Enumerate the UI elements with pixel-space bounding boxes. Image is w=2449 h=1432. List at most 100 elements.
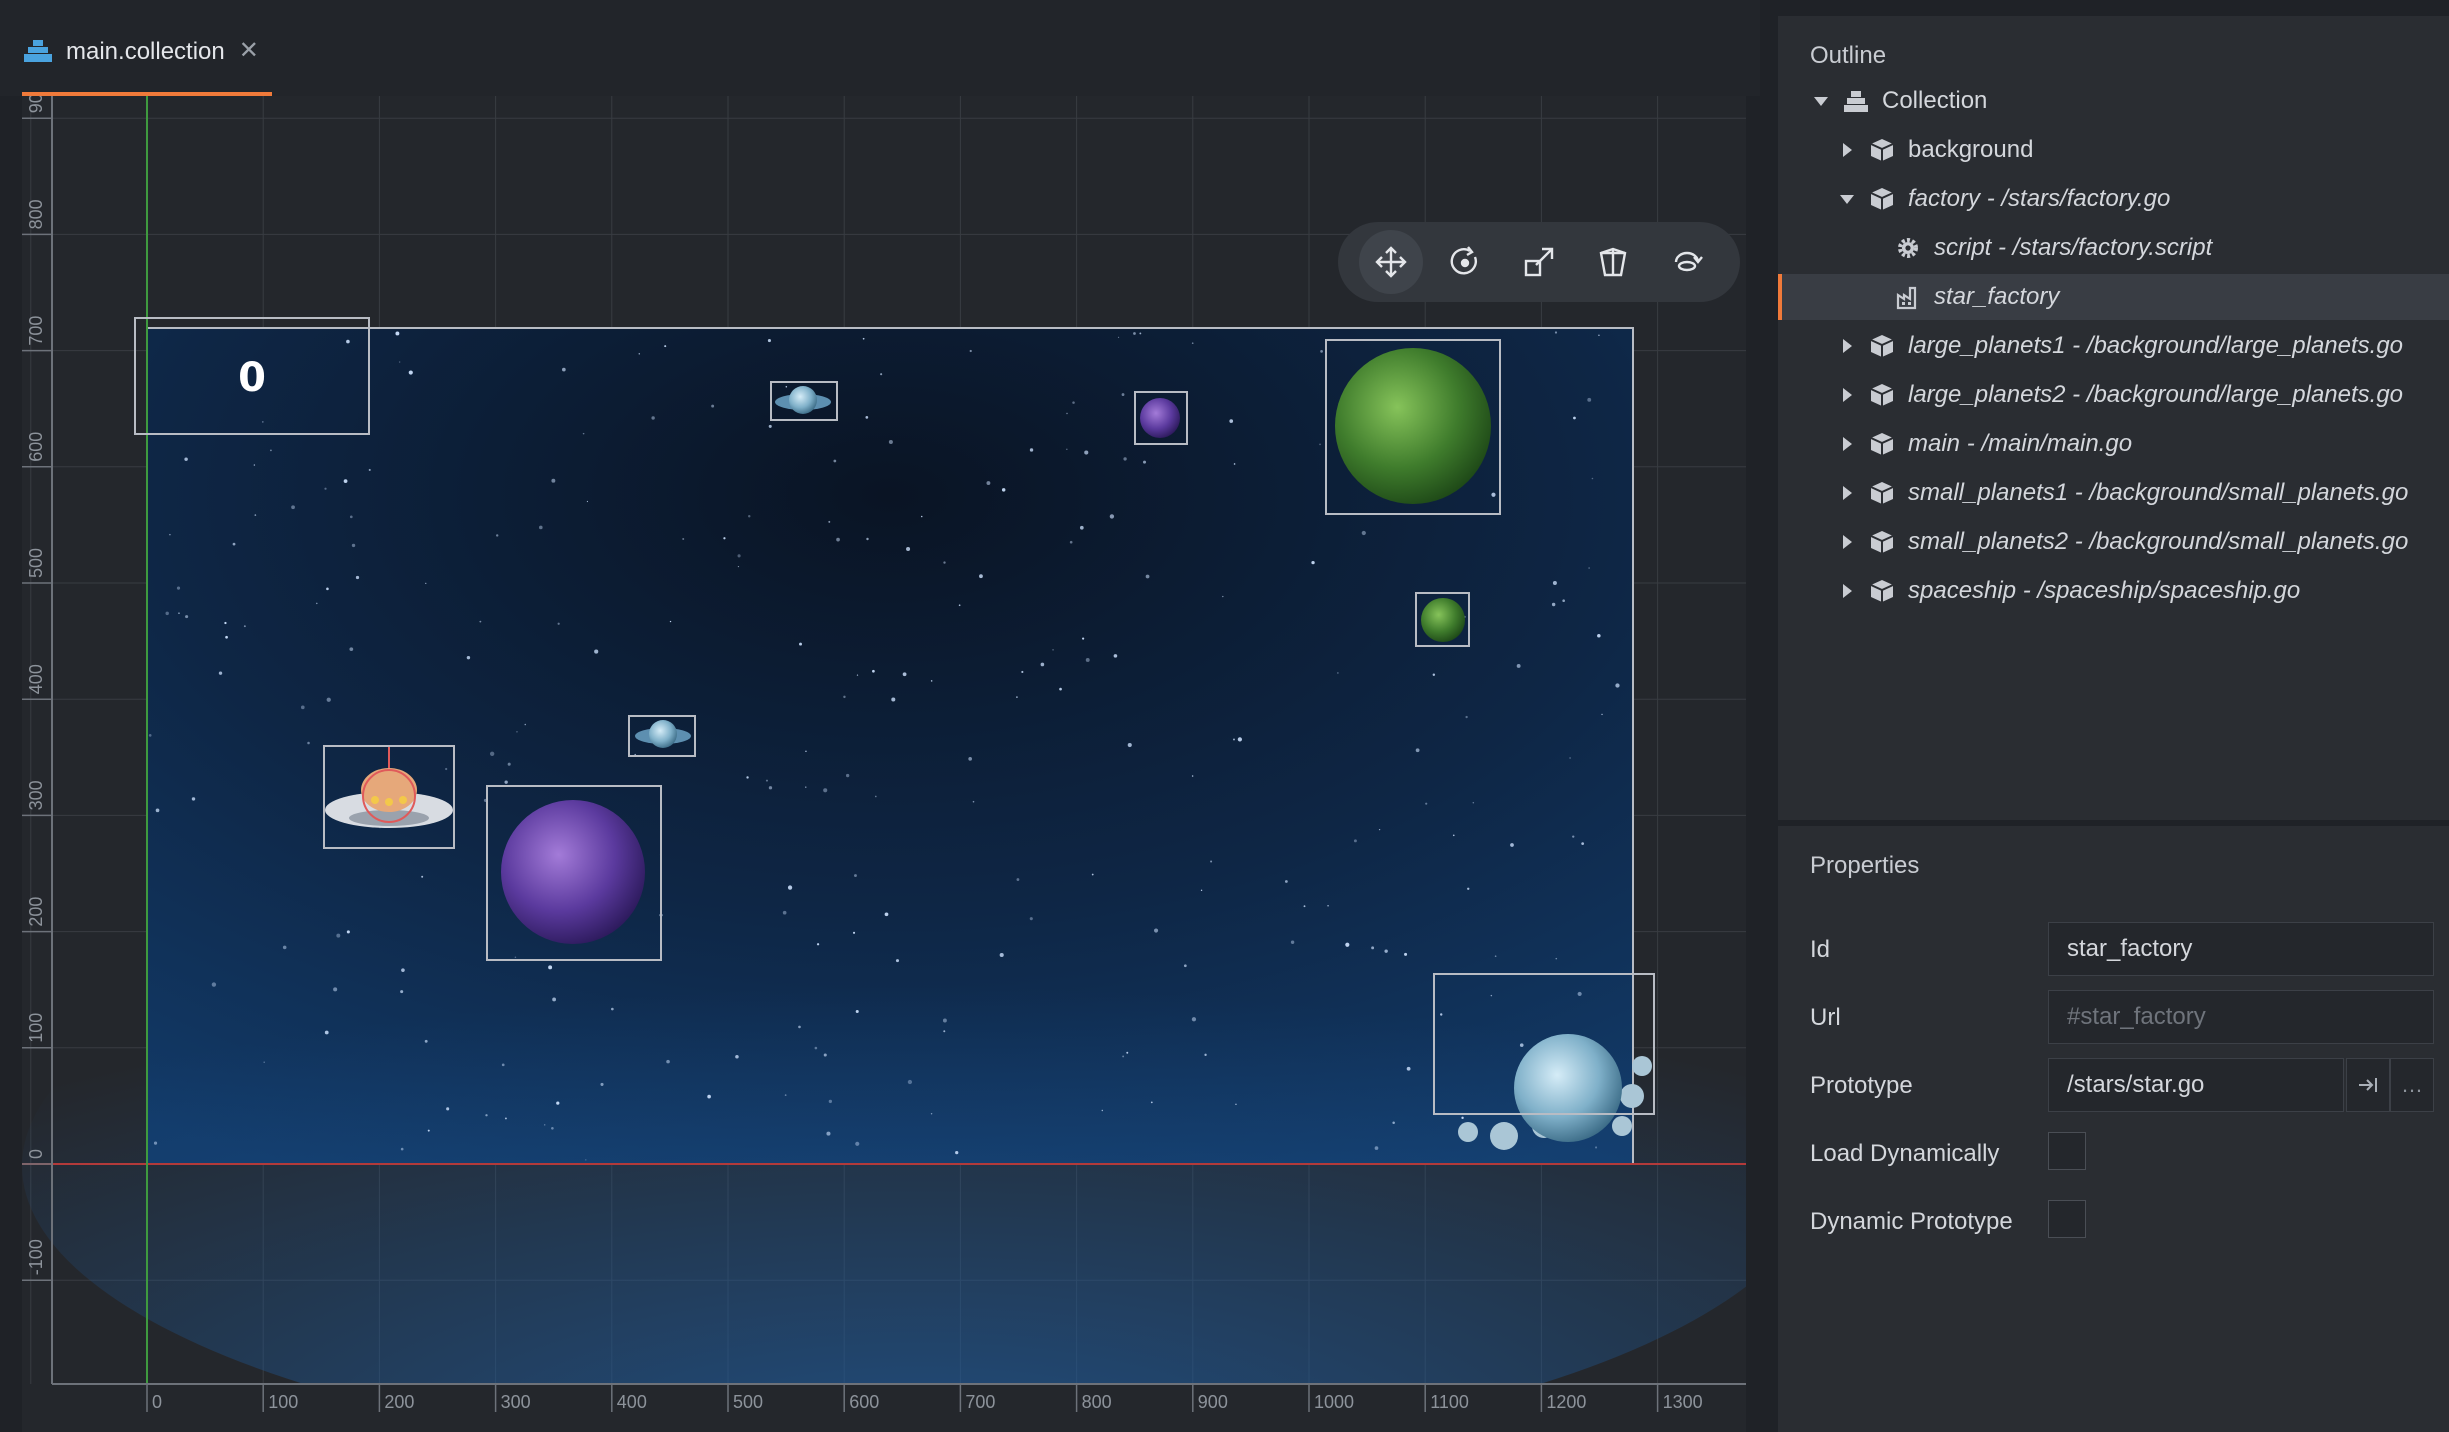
outline-item[interactable]: main - /main/main.go — [1778, 421, 2449, 467]
gameobject-icon — [1868, 577, 1896, 605]
star-dot — [562, 367, 566, 372]
star-dot — [664, 345, 667, 348]
star-dot — [1016, 878, 1020, 881]
url-field[interactable]: #star_factory — [2048, 990, 2434, 1044]
outline-item[interactable]: star_factory — [1778, 274, 2449, 320]
property-id: Id star_factory — [1778, 922, 2449, 978]
goto-prototype-button[interactable] — [2346, 1058, 2390, 1112]
star-dot — [814, 1046, 818, 1050]
caret-right-icon[interactable] — [1836, 482, 1858, 504]
star-dot — [243, 625, 246, 628]
star-dot — [828, 520, 831, 523]
star-dot — [556, 1101, 560, 1105]
dynamic-prototype-label: Dynamic Prototype — [1810, 1208, 2013, 1235]
id-field[interactable]: star_factory — [2048, 922, 2434, 976]
star-dot — [349, 515, 353, 519]
star-dot — [1029, 917, 1033, 921]
x-ruler-label: 700 — [965, 1392, 995, 1412]
x-ruler-label: 900 — [1198, 1392, 1228, 1412]
star-dot — [1472, 802, 1475, 804]
outline-item-label: star_factory — [1934, 283, 2060, 310]
star-dot — [1361, 530, 1366, 536]
outline-item-label: factory - /stars/factory.go — [1908, 185, 2171, 212]
prototype-field[interactable]: /stars/star.go — [2048, 1058, 2344, 1112]
star-dot — [816, 943, 820, 946]
outline-item[interactable]: large_planets1 - /background/large_plane… — [1778, 323, 2449, 369]
move-tool-button[interactable] — [1359, 230, 1423, 294]
rotate-tool-button[interactable] — [1433, 230, 1497, 294]
star-dot — [872, 669, 875, 673]
outline-item[interactable]: script - /stars/factory.script — [1778, 225, 2449, 271]
star-dot — [1615, 683, 1620, 688]
outline-item[interactable]: large_planets2 - /background/large_plane… — [1778, 372, 2449, 418]
star-dot — [504, 1117, 507, 1120]
goto-icon — [2359, 1078, 2377, 1092]
star-dot — [1072, 401, 1075, 404]
caret-right-icon[interactable] — [1836, 139, 1858, 161]
star-dot — [1183, 964, 1187, 968]
star-dot — [368, 468, 371, 471]
tab-main-collection[interactable]: main.collection ✕ — [22, 24, 272, 96]
star-dot — [955, 1151, 959, 1155]
star-dot — [972, 800, 975, 803]
outline-item[interactable]: small_planets1 - /background/small_plane… — [1778, 470, 2449, 516]
outline-item[interactable]: small_planets2 - /background/small_plane… — [1778, 519, 2449, 565]
ringed-planet-top — [789, 386, 817, 414]
star-dot — [316, 602, 318, 605]
scale-tool-button[interactable] — [1507, 230, 1571, 294]
star-dot — [1229, 419, 1234, 423]
star-dot — [539, 525, 543, 530]
star-dot — [854, 874, 857, 877]
star-dot — [1143, 460, 1147, 464]
star-dot — [828, 1099, 833, 1104]
star-dot — [232, 542, 236, 546]
star-dot — [270, 449, 272, 452]
star-dot — [666, 1059, 670, 1064]
x-ruler-label: 100 — [268, 1392, 298, 1412]
star-dot — [782, 910, 787, 915]
star-dot — [551, 478, 556, 483]
caret-right-icon[interactable] — [1836, 531, 1858, 553]
star-dot — [148, 734, 152, 737]
scene-viewport[interactable]: 0 0 100 200 300 400 500 600 700 800 900 … — [22, 96, 1746, 1432]
tab-label: main.collection — [66, 38, 225, 65]
star-dot — [748, 515, 751, 518]
caret-right-icon[interactable] — [1836, 433, 1858, 455]
load-dynamically-checkbox[interactable] — [2048, 1132, 2086, 1170]
star-dot — [300, 705, 305, 710]
star-dot — [466, 655, 471, 660]
outline-item-label: spaceship - /spaceship/spaceship.go — [1908, 577, 2301, 604]
caret-down-icon[interactable] — [1836, 188, 1858, 210]
caret-right-icon[interactable] — [1836, 384, 1858, 406]
scene-toolbar — [1338, 222, 1740, 302]
property-url-label: Url — [1810, 1004, 1841, 1031]
star-dot — [1222, 595, 1224, 598]
caret-right-icon[interactable] — [1836, 580, 1858, 602]
star-dot — [504, 780, 508, 784]
outline-item[interactable]: spaceship - /spaceship/spaceship.go — [1778, 568, 2449, 614]
star-dot — [1353, 839, 1357, 843]
perspective-tool-button[interactable] — [1581, 230, 1645, 294]
browse-prototype-button[interactable]: … — [2390, 1058, 2434, 1112]
reload-tool-button[interactable] — [1655, 230, 1719, 294]
star-dot — [585, 1159, 587, 1161]
star-dot — [398, 361, 401, 363]
ringed-planet-mid — [649, 720, 677, 748]
collection-icon — [24, 40, 52, 62]
outline-item[interactable]: background — [1778, 127, 2449, 173]
star-dot — [1150, 1101, 1153, 1104]
dynamic-prototype-checkbox[interactable] — [2048, 1200, 2086, 1238]
star-dot — [979, 574, 983, 579]
star-dot — [768, 424, 772, 428]
star-dot — [1191, 775, 1194, 777]
caret-down-icon[interactable] — [1810, 90, 1832, 112]
star-dot — [1601, 713, 1603, 716]
x-ruler-label: 600 — [849, 1392, 879, 1412]
caret-right-icon[interactable] — [1836, 335, 1858, 357]
star-dot — [1581, 842, 1585, 845]
close-icon[interactable]: ✕ — [239, 38, 259, 64]
star-dot — [1059, 687, 1062, 691]
outline-item[interactable]: factory - /stars/factory.go — [1778, 176, 2449, 222]
star-dot — [1555, 957, 1558, 960]
outline-item[interactable]: Collection — [1778, 78, 2449, 124]
